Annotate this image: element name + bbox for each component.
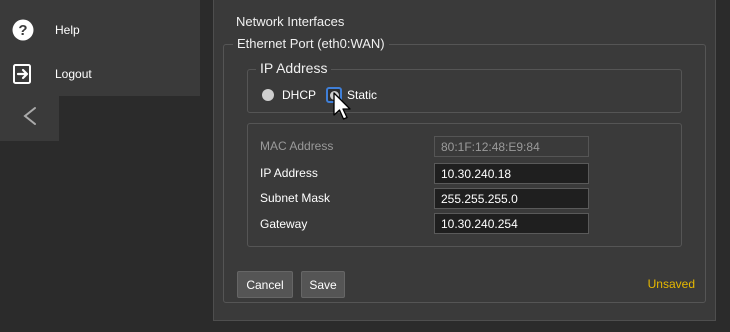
- unsaved-status: Unsaved: [647, 277, 695, 291]
- mac-address-label: MAC Address: [260, 139, 334, 153]
- sidebar-menu: ? Help Logout: [0, 0, 200, 96]
- chevron-left-icon: [21, 105, 39, 132]
- dhcp-option[interactable]: DHCP: [262, 86, 316, 104]
- ethernet-port-legend: Ethernet Port (eth0:WAN): [233, 36, 389, 52]
- ip-address-label: IP Address: [260, 166, 318, 180]
- gateway-label: Gateway: [260, 217, 308, 231]
- ip-address-field[interactable]: [434, 163, 589, 184]
- mouse-cursor-icon: [333, 92, 353, 127]
- cancel-button[interactable]: Cancel: [237, 271, 293, 298]
- question-icon: ?: [11, 18, 35, 42]
- sidebar-item-label: Logout: [55, 67, 92, 81]
- dhcp-label: DHCP: [282, 88, 317, 102]
- sidebar-item-logout[interactable]: Logout: [0, 54, 200, 94]
- ip-mode-legend: IP Address: [256, 60, 332, 76]
- subnet-mask-label: Subnet Mask: [260, 191, 331, 205]
- logout-icon: [11, 62, 35, 86]
- svg-text:?: ?: [18, 22, 27, 39]
- save-button[interactable]: Save: [301, 271, 345, 298]
- gateway-field[interactable]: [434, 213, 589, 234]
- dhcp-radio[interactable]: [262, 89, 274, 101]
- sidebar-item-label: Help: [55, 23, 80, 37]
- subnet-mask-field[interactable]: [434, 188, 589, 209]
- mac-address-field: [434, 136, 589, 157]
- section-title: Network Interfaces: [236, 14, 345, 29]
- sidebar-collapse-button[interactable]: [0, 96, 59, 141]
- sidebar-item-help[interactable]: ? Help: [0, 10, 200, 50]
